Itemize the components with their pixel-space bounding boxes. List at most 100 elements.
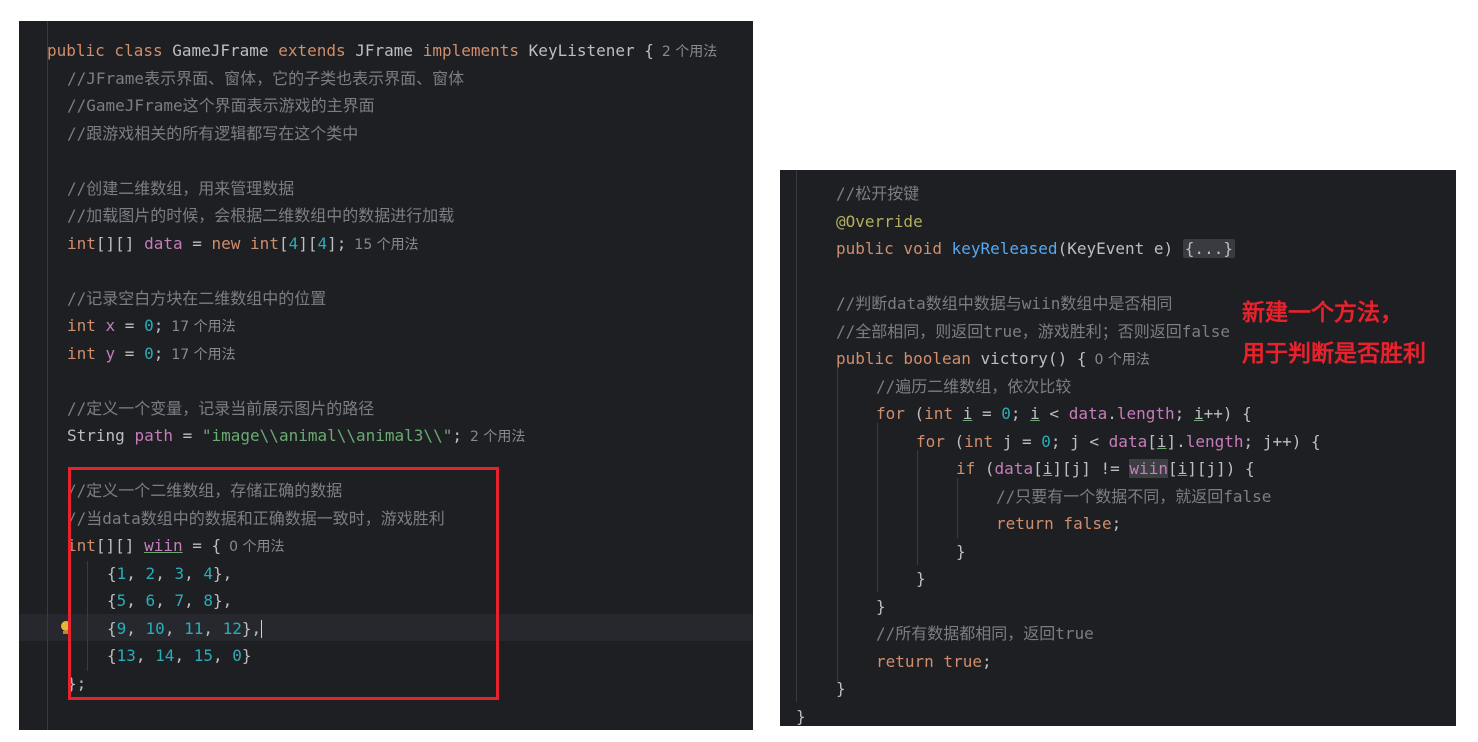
code-token: return false xyxy=(996,514,1112,533)
usage-hint[interactable]: 2 个用法 xyxy=(662,44,717,60)
code-line[interactable]: if (data[i][j] != wiin[i][j]) { xyxy=(956,455,1255,482)
code-token: ; xyxy=(1111,514,1122,533)
code-token: y xyxy=(105,343,116,363)
code-token: 0 xyxy=(1041,431,1051,451)
code-line[interactable]: public class GameJFrame extends JFrame i… xyxy=(47,37,717,64)
code-token: data xyxy=(994,459,1034,478)
code-token: //松开按键 xyxy=(836,184,920,203)
usage-hint[interactable]: 0 个用法 xyxy=(1094,352,1149,368)
code-token: //记录空白方块在二维数组中的位置 xyxy=(67,288,327,308)
code-line[interactable]: //记录空白方块在二维数组中的位置 xyxy=(67,285,326,312)
code-line[interactable]: for (int i = 0; i < data.length; i++) { xyxy=(876,400,1252,427)
code-line[interactable]: int[][] data = new int[4][4]; 15 个用法 xyxy=(67,230,419,257)
code-line[interactable]: //加载图片的时候，会根据二维数组中的数据进行加载 xyxy=(67,202,454,229)
code-token: new int xyxy=(211,233,279,253)
code-token: ; xyxy=(1010,404,1031,423)
code-token: KeyListener { xyxy=(528,41,654,60)
code-token: 0 xyxy=(144,316,154,335)
code-token: //加载图片 xyxy=(67,729,150,731)
code-token: for xyxy=(916,431,955,451)
code-token: data xyxy=(1108,431,1148,451)
code-token: ]. xyxy=(1166,431,1186,451)
code-line[interactable]: //遍历二维数组，依次比较 xyxy=(876,373,1071,400)
code-token: //遍历二维数组，依次比较 xyxy=(876,376,1072,396)
code-token: int xyxy=(964,431,1003,451)
code-line[interactable]: int y = 0; 17 个用法 xyxy=(67,340,236,367)
indent-guide xyxy=(917,450,918,565)
code-token: ( xyxy=(914,404,925,423)
right-code-editor[interactable]: //松开按键 @Override public void keyReleased(K… xyxy=(780,170,1456,726)
code-token: //所有数据都相同，返回true xyxy=(876,624,1094,643)
code-token: int xyxy=(67,233,96,253)
code-line[interactable]: } xyxy=(876,593,886,620)
code-line[interactable]: return true; xyxy=(876,648,992,675)
code-token: [ xyxy=(1147,431,1157,451)
annotation-line-1: 新建一个方法， xyxy=(1242,300,1403,326)
code-token: x xyxy=(105,316,116,335)
code-token: ( xyxy=(984,459,995,478)
code-line[interactable]: //定义一个变量，记录当前展示图片的路径 xyxy=(67,395,374,422)
code-token: ][j]) { xyxy=(1187,459,1255,478)
code-token: ; xyxy=(153,343,164,363)
code-token: "image\\animal\\animal3\\" xyxy=(201,426,453,445)
code-token: = xyxy=(115,343,145,363)
code-line[interactable]: int x = 0; 17 个用法 xyxy=(67,312,236,339)
code-token: //全部相同，则返回true，游戏胜利；否则返回false xyxy=(836,321,1230,341)
code-token: int xyxy=(924,404,963,423)
code-line[interactable]: return false; xyxy=(996,510,1121,537)
code-line[interactable]: } xyxy=(836,675,846,702)
usage-hint[interactable]: 17 个用法 xyxy=(171,347,235,363)
code-token: ; xyxy=(452,426,462,445)
code-token: //GameJFrame这个界面表示游戏的主界面 xyxy=(67,96,375,115)
code-line[interactable]: } xyxy=(796,703,806,727)
code-line[interactable]: } xyxy=(956,538,966,565)
code-token: public boolean xyxy=(836,349,981,368)
code-line[interactable]: //JFrame表示界面、窗体，它的子类也表示界面、窗体 xyxy=(67,65,464,92)
code-token: [ xyxy=(1033,459,1043,478)
code-line[interactable]: //只要有一个数据不同，就返回false xyxy=(996,483,1271,510)
code-line[interactable]: //判断data数组中数据与wiin数组中是否相同 xyxy=(836,290,1172,317)
code-line[interactable]: public void keyReleased(KeyEvent e) {...… xyxy=(836,235,1235,262)
code-token: //判断data数组中数据与wiin数组中是否相同 xyxy=(836,294,1173,313)
code-token: @Override xyxy=(836,211,923,231)
code-line[interactable]: //所有数据都相同，返回true xyxy=(876,620,1094,647)
code-token: 0 xyxy=(144,343,154,363)
usage-hint[interactable]: 2 个用法 xyxy=(470,429,525,445)
code-token: ; xyxy=(981,651,992,671)
code-token: ; xyxy=(153,316,164,335)
code-line[interactable]: //加载图片 xyxy=(67,725,150,731)
code-token: (KeyEvent e) xyxy=(1057,239,1183,258)
code-line[interactable]: @Override xyxy=(836,208,923,235)
code-token: ; xyxy=(1174,404,1194,423)
code-token: i xyxy=(1042,459,1053,478)
usage-hint[interactable]: 17 个用法 xyxy=(171,319,235,335)
code-token: public class xyxy=(47,41,173,60)
red-highlight-box xyxy=(68,467,499,700)
code-token: 0 xyxy=(1001,404,1011,423)
code-token: [ xyxy=(278,233,289,253)
code-line[interactable]: } xyxy=(916,565,926,592)
code-token: JFrame xyxy=(355,41,423,60)
folded-code-button[interactable]: {...} xyxy=(1182,239,1235,258)
code-token: = xyxy=(172,426,202,445)
code-token: data xyxy=(1068,404,1108,423)
code-token: = xyxy=(182,233,212,253)
code-line[interactable]: public boolean victory() {0 个用法 xyxy=(836,345,1150,372)
code-line[interactable]: String path = "image\\animal\\animal3\\"… xyxy=(67,422,525,449)
code-line[interactable]: //跟游戏相关的所有逻辑都写在这个类中 xyxy=(67,120,358,147)
code-token: i xyxy=(962,404,973,423)
code-token: = xyxy=(115,316,145,335)
code-token: GameJFrame xyxy=(172,41,279,60)
code-line[interactable]: //松开按键 xyxy=(836,180,919,207)
usage-hint[interactable]: 15 个用法 xyxy=(354,237,418,253)
code-token: int xyxy=(67,343,106,363)
code-line[interactable]: for (int j = 0; j < data[i].length; j++)… xyxy=(916,428,1321,455)
code-token: int xyxy=(67,316,106,335)
code-line[interactable]: //创建二维数组，用来管理数据 xyxy=(67,175,294,202)
code-token: ; j++) { xyxy=(1243,431,1321,451)
code-token: ][ xyxy=(298,233,318,253)
code-token: wiin xyxy=(1129,459,1168,478)
code-token: } xyxy=(836,679,846,698)
code-line[interactable]: //GameJFrame这个界面表示游戏的主界面 xyxy=(67,92,375,119)
code-line[interactable]: //全部相同，则返回true，游戏胜利；否则返回false xyxy=(836,318,1230,345)
